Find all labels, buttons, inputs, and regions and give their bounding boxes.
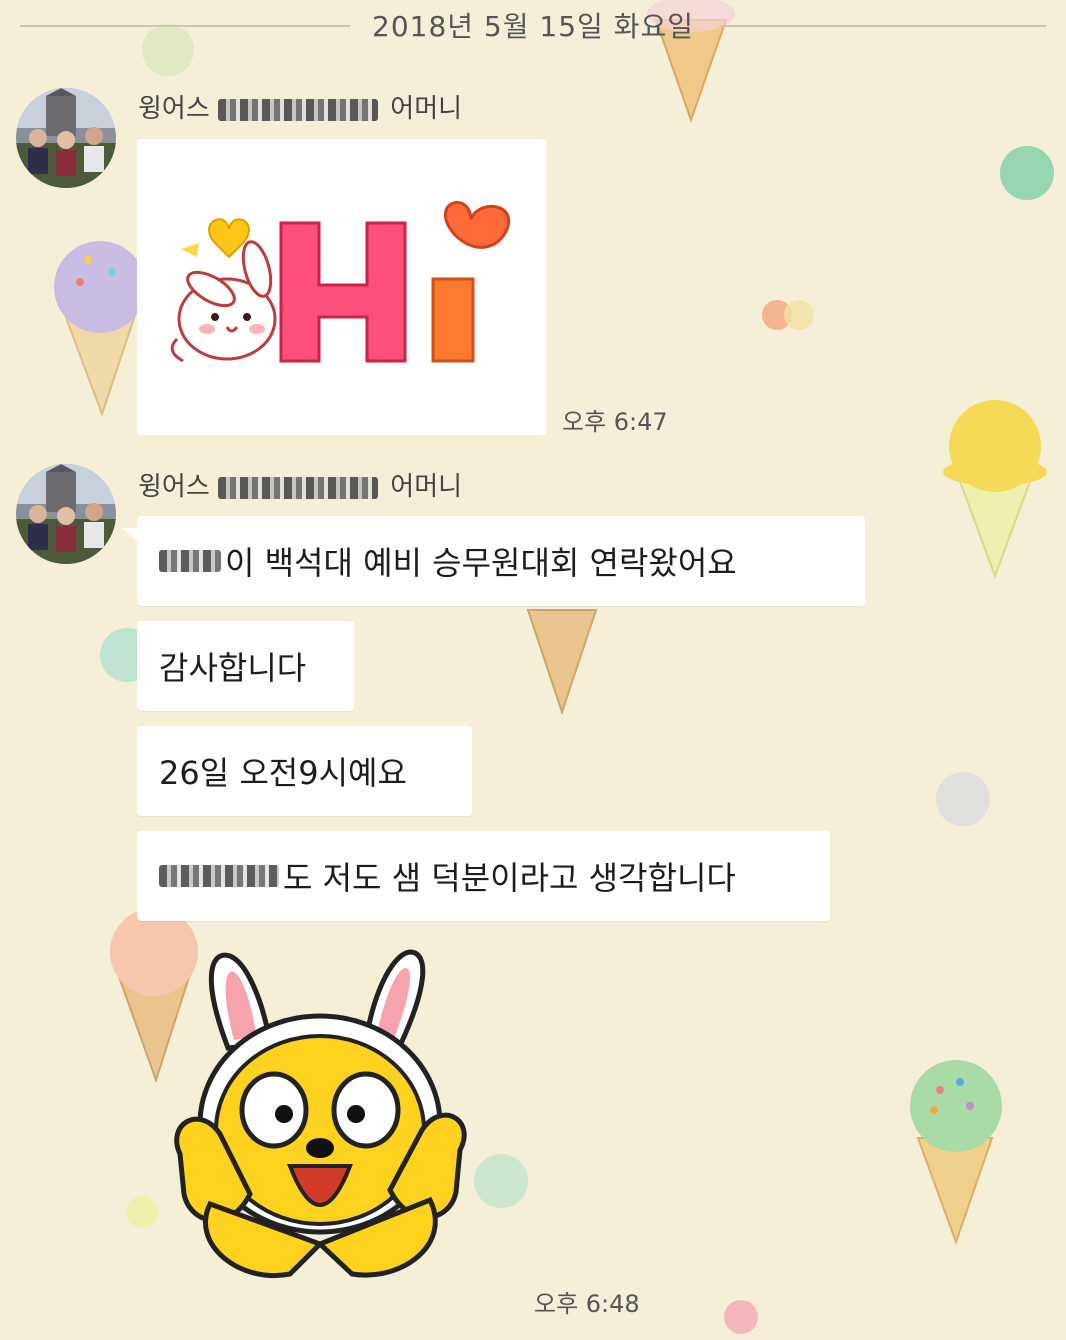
ice-cream-cone-icon (943, 400, 1047, 579)
divider-line (720, 25, 1046, 27)
blurred-name (159, 550, 221, 572)
chat-bubble[interactable]: 이 백석대 예비 승무원대회 연락왔어요 (137, 516, 865, 606)
message-time: 오후 6:48 (534, 1290, 640, 1318)
ice-cream-cone-icon (526, 609, 598, 715)
chat-bubble[interactable]: 감사합니다 (137, 621, 354, 711)
chat-bubble[interactable]: 26일 오전9시예요 (137, 726, 472, 816)
ice-cream-cone-icon (910, 1060, 1002, 1245)
sender-suffix: 어머니 (390, 94, 463, 124)
background-dot (784, 300, 814, 330)
bubble-tail (122, 528, 138, 542)
background-dot (936, 772, 990, 826)
chat-bubble[interactable]: 도 저도 샘 덕분이라고 생각합니다 (137, 831, 830, 921)
sender-prefix: 윙어스 (138, 472, 210, 502)
hi-sticker-message[interactable] (137, 139, 546, 435)
message-text: 감사합니다 (159, 649, 307, 687)
divider-line (20, 25, 350, 27)
sender-name: 윙어스 어머니 (138, 88, 462, 125)
blurred-name (218, 476, 379, 499)
hi-letters (279, 200, 511, 363)
avatar[interactable] (16, 464, 116, 564)
ice-cream-cone-icon (54, 241, 146, 417)
background-dot (1000, 146, 1054, 200)
sender-prefix: 윙어스 (138, 94, 210, 124)
message-time: 오후 6:47 (562, 408, 668, 436)
message-text: 26일 오전9시예요 (159, 754, 407, 792)
message-text: 이 백석대 예비 승무원대회 연락왔어요 (225, 544, 737, 582)
blurred-name (218, 98, 379, 121)
background-dot (126, 1196, 158, 1228)
date-divider: 2018년 5월 15일 화요일 (0, 8, 1066, 43)
avatar[interactable] (16, 88, 116, 188)
message-text: 도 저도 샘 덕분이라고 생각합니다 (283, 859, 736, 897)
rabbit-hood-character-sticker[interactable] (170, 944, 490, 1296)
sender-name: 윙어스 어머니 (138, 466, 462, 503)
sender-suffix: 어머니 (390, 472, 463, 502)
date-label: 2018년 5월 15일 화요일 (372, 10, 694, 43)
hi-sticker (170, 200, 511, 363)
background-dot (724, 1300, 758, 1334)
blurred-name (159, 865, 279, 887)
